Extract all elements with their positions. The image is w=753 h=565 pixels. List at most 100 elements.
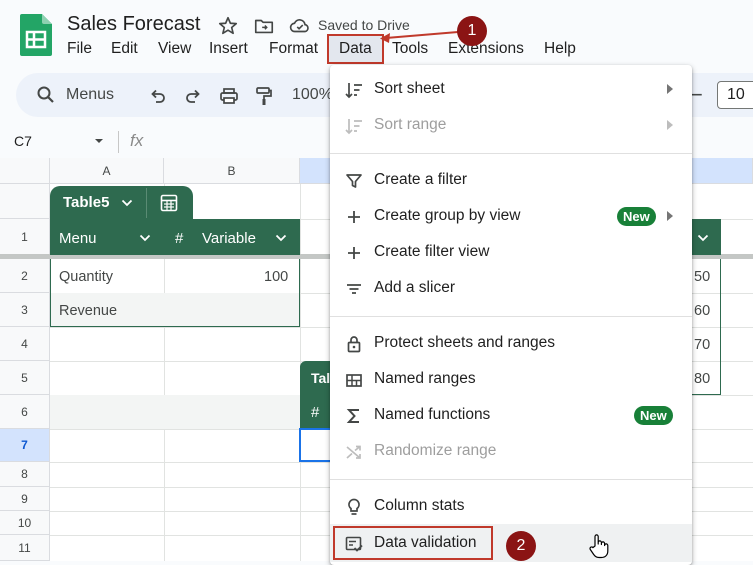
document-title[interactable]: Sales Forecast xyxy=(67,13,200,36)
row-header-1[interactable]: 1 xyxy=(0,219,50,255)
menu-format[interactable]: Format xyxy=(269,40,318,58)
menu-data[interactable]: Data xyxy=(339,40,372,58)
menu-item-label: Randomize range xyxy=(374,442,497,459)
column-header-menu[interactable]: Menu xyxy=(59,230,97,247)
menu-item-label: Protect sheets and ranges xyxy=(374,334,555,351)
number-type-icon: # xyxy=(311,404,320,421)
table2-name[interactable]: Tal xyxy=(311,370,330,386)
menu-item-label: Named ranges xyxy=(374,370,476,387)
slicer-icon xyxy=(347,284,361,294)
name-box[interactable]: C7 xyxy=(14,133,32,149)
row-header-7[interactable]: 7 xyxy=(0,429,50,462)
chevron-down-icon[interactable] xyxy=(94,136,104,146)
menu-item-named-ranges[interactable]: Named ranges xyxy=(330,361,692,397)
chevron-down-icon[interactable] xyxy=(275,234,287,242)
sheets-logo-icon[interactable] xyxy=(20,14,52,56)
row-header-5[interactable]: 5 xyxy=(0,361,50,395)
menu-item-randomize-range[interactable]: Randomize range xyxy=(330,433,692,469)
menu-item-column-stats[interactable]: Column stats xyxy=(330,488,692,524)
menu-item-label: Column stats xyxy=(374,497,465,514)
column-header-a[interactable]: A xyxy=(50,158,164,184)
filter-icon xyxy=(346,174,362,188)
menu-item-named-functions[interactable]: Named functions New xyxy=(330,397,692,433)
row-header-4[interactable]: 4 xyxy=(0,327,50,361)
row-header-8[interactable]: 8 xyxy=(0,462,50,487)
cell-a2[interactable]: Quantity xyxy=(59,269,113,285)
row-header-6[interactable]: 6 xyxy=(0,395,50,429)
menu-item-label: Sort sheet xyxy=(374,80,445,97)
row-header-chip xyxy=(0,184,50,219)
row-header-2[interactable]: 2 xyxy=(0,259,50,293)
menu-item-create-filter-view[interactable]: Create filter view xyxy=(330,234,692,270)
menu-help[interactable]: Help xyxy=(544,40,576,58)
right-table-cell[interactable]: 70 xyxy=(694,337,710,353)
menu-item-sort-sheet[interactable]: Sort sheet xyxy=(330,71,692,107)
menu-item-label: Create a filter xyxy=(374,171,468,188)
number-type-icon: # xyxy=(175,230,184,247)
right-table-cell[interactable]: 50 xyxy=(694,269,710,285)
menu-edit[interactable]: Edit xyxy=(111,40,138,58)
table-name[interactable]: Table5 xyxy=(63,194,109,211)
callout-arrow-icon xyxy=(380,31,459,43)
column-header-variable[interactable]: Variable xyxy=(202,230,256,247)
plus-icon xyxy=(348,247,360,259)
right-table-cell[interactable]: 60 xyxy=(694,303,710,319)
row-header-11[interactable]: 11 xyxy=(0,535,50,561)
chevron-down-icon[interactable] xyxy=(697,234,709,242)
menu-item-protect-sheets[interactable]: Protect sheets and ranges xyxy=(330,325,692,361)
sigma-icon xyxy=(346,409,359,423)
print-icon[interactable] xyxy=(219,86,239,106)
menu-item-sort-range[interactable]: Sort range xyxy=(330,107,692,143)
move-to-folder-icon[interactable] xyxy=(253,15,275,37)
chevron-down-icon[interactable] xyxy=(121,199,133,207)
menu-divider xyxy=(330,153,692,154)
chip-divider xyxy=(146,188,147,218)
sort-icon xyxy=(345,119,362,135)
redo-icon[interactable] xyxy=(183,86,203,106)
row-6-band xyxy=(50,395,330,429)
menu-item-add-slicer[interactable]: Add a slicer xyxy=(330,270,692,306)
right-table-cell[interactable]: 80 xyxy=(694,371,710,387)
menu-file[interactable]: File xyxy=(67,40,92,58)
chevron-down-icon[interactable] xyxy=(139,234,151,242)
search-icon xyxy=(37,86,54,103)
cell-a3[interactable]: Revenue xyxy=(59,303,117,319)
font-size-input[interactable]: 10 xyxy=(717,81,753,109)
table-grid-icon[interactable] xyxy=(160,194,178,212)
menu-item-label: Create filter view xyxy=(374,243,490,260)
fx-icon: fx xyxy=(130,131,144,150)
data-validation-highlight-box xyxy=(333,526,493,560)
cloud-saved-icon[interactable] xyxy=(289,15,311,37)
new-badge: New xyxy=(634,406,673,425)
row-header-3[interactable]: 3 xyxy=(0,293,50,327)
shuffle-icon xyxy=(346,445,361,459)
column-header-b[interactable]: B xyxy=(164,158,300,184)
menu-item-label: Add a slicer xyxy=(374,279,455,296)
select-all-corner[interactable] xyxy=(0,158,50,184)
menu-view[interactable]: View xyxy=(158,40,191,58)
named-ranges-icon xyxy=(346,374,362,387)
menu-insert[interactable]: Insert xyxy=(209,40,248,58)
menu-item-create-group-by-view[interactable]: Create group by view New xyxy=(330,198,692,234)
submenu-arrow-icon xyxy=(667,84,673,94)
formula-bar-divider xyxy=(118,131,119,153)
cell-b2[interactable]: 100 xyxy=(264,269,288,285)
menu-item-label: Create group by view xyxy=(374,207,521,224)
lock-icon xyxy=(347,336,361,353)
paint-format-icon[interactable] xyxy=(254,86,274,106)
row-header-10[interactable]: 10 xyxy=(0,511,50,535)
menu-item-create-filter[interactable]: Create a filter xyxy=(330,162,692,198)
lightbulb-icon xyxy=(348,498,360,515)
step-2-badge: 2 xyxy=(506,531,536,561)
new-badge: New xyxy=(617,207,656,226)
menu-divider xyxy=(330,316,692,317)
menu-divider xyxy=(330,479,692,480)
menu-item-label: Sort range xyxy=(374,116,447,133)
menu-item-label: Named functions xyxy=(374,406,491,423)
row-header-9[interactable]: 9 xyxy=(0,487,50,511)
undo-icon[interactable] xyxy=(148,86,168,106)
star-icon[interactable] xyxy=(217,15,239,37)
zoom-select[interactable]: 100% xyxy=(292,86,333,104)
search-menus-label[interactable]: Menus xyxy=(66,86,114,104)
step-1-badge: 1 xyxy=(457,16,487,46)
